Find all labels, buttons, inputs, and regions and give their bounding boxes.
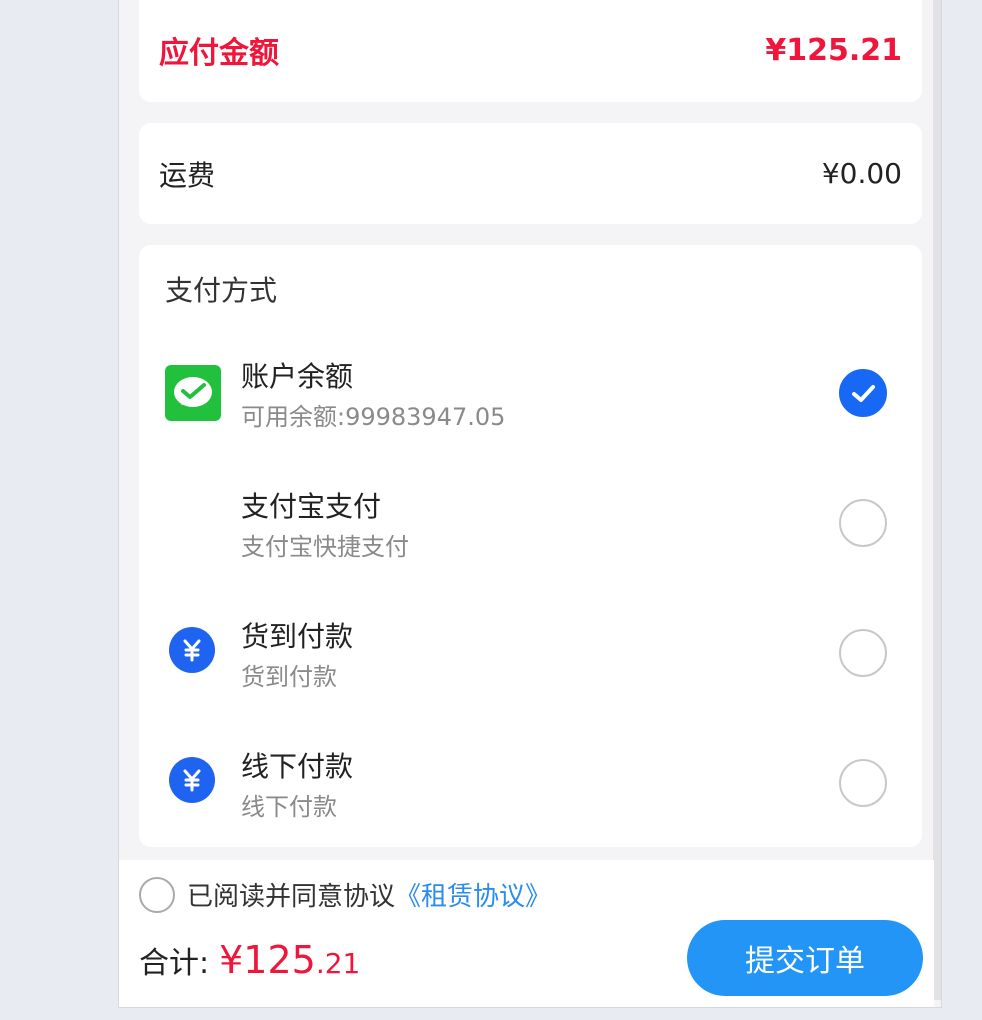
check-icon [852, 385, 875, 402]
payment-method-sub: 可用余额:99983947.05 [241, 403, 506, 431]
radio-unchecked[interactable] [839, 759, 887, 807]
agreement-text: 已阅读并同意协议 [187, 882, 396, 912]
payment-method-name: 线下付款 [241, 750, 354, 783]
agreement-link[interactable]: 《租赁协议》 [395, 876, 551, 913]
payment-method-sub: 线下付款 [241, 793, 337, 821]
checkout-page: 应付金额 ¥125.21 运费 ¥0.00 支付方式 账户余额 可用余额:999… [118, 0, 942, 1008]
payable-amount: ¥125.21 [765, 32, 902, 68]
payment-method-name: 货到付款 [241, 620, 354, 653]
radio-unchecked[interactable] [839, 499, 887, 547]
total-int: 125 [243, 938, 316, 982]
payment-title: 支付方式 [165, 274, 278, 307]
payment-method-sub: 支付宝快捷支付 [241, 533, 409, 561]
payable-row: 应付金额 ¥125.21 [159, 28, 902, 72]
agreement-checkbox[interactable] [139, 876, 175, 913]
payment-method-cod[interactable]: 货到付款 货到付款 [139, 607, 922, 717]
payment-method-name: 支付宝支付 [241, 490, 382, 523]
total-amount: ¥125.21 [219, 938, 360, 982]
total-row: 合计: ¥125.21 [139, 938, 360, 982]
wechat-icon [165, 365, 221, 421]
shipping-row: 运费 ¥0.00 [159, 123, 902, 224]
payable-card: 应付金额 ¥125.21 [139, 0, 922, 102]
yuan-icon [169, 757, 215, 803]
radio-checked[interactable] [839, 369, 887, 417]
total-currency: ¥ [219, 938, 244, 982]
total-label: 合计: [139, 946, 210, 981]
payment-method-alipay[interactable]: 支付宝支付 支付宝快捷支付 [139, 477, 922, 587]
checkout-footer: 已阅读并同意协议 《租赁协议》 合计: ¥125.21 提交订单 [119, 860, 934, 1007]
shipping-label: 运费 [159, 158, 216, 192]
yuan-icon [169, 627, 215, 673]
payment-method-name: 账户余额 [241, 360, 354, 393]
total-dec: .21 [315, 947, 361, 980]
payment-method-balance[interactable]: 账户余额 可用余额:99983947.05 [139, 347, 922, 457]
submit-order-button[interactable]: 提交订单 [687, 920, 923, 996]
shipping-amount: ¥0.00 [821, 157, 902, 190]
payment-card: 支付方式 账户余额 可用余额:99983947.05 支付宝支付 支付宝快捷支付 [139, 245, 922, 847]
payable-label: 应付金额 [159, 36, 279, 71]
payment-method-offline[interactable]: 线下付款 线下付款 [139, 737, 922, 847]
payment-method-sub: 货到付款 [241, 663, 337, 691]
agreement-row: 已阅读并同意协议 《租赁协议》 [139, 876, 551, 913]
radio-unchecked[interactable] [839, 629, 887, 677]
shipping-card: 运费 ¥0.00 [139, 123, 922, 224]
scrollbar[interactable] [933, 0, 941, 1000]
